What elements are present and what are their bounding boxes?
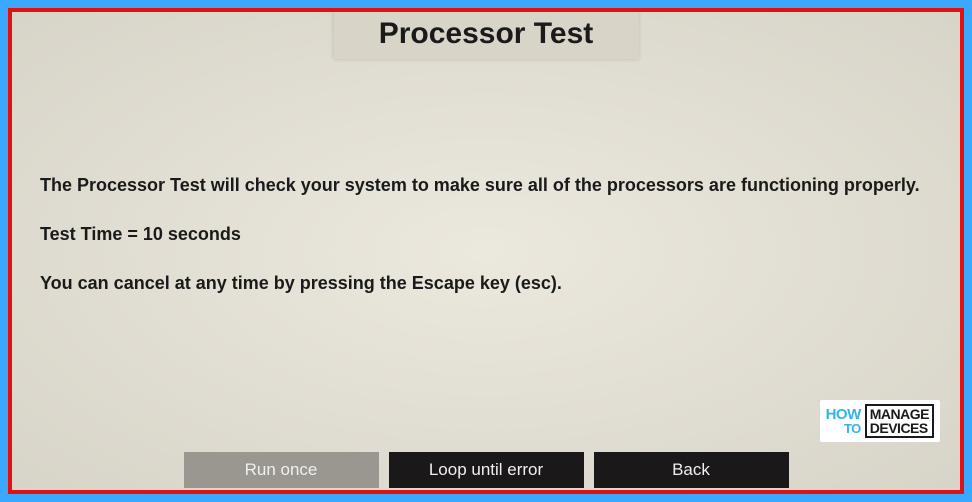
description-text: The Processor Test will check your syste… — [40, 172, 932, 199]
watermark-to: TO — [844, 422, 861, 435]
watermark-right: MANAGE DEVICES — [865, 404, 934, 438]
watermark-left: HOW TO — [826, 407, 861, 435]
run-once-button[interactable]: Run once — [184, 452, 379, 488]
watermark-how: HOW — [826, 407, 861, 422]
cancel-info-text: You can cancel at any time by pressing t… — [40, 270, 932, 297]
diagnostic-screen: Processor Test The Processor Test will c… — [8, 8, 964, 494]
back-button[interactable]: Back — [594, 452, 789, 488]
loop-until-error-button[interactable]: Loop until error — [389, 452, 584, 488]
button-row: Run once Loop until error Back — [12, 452, 960, 490]
test-time-text: Test Time = 10 seconds — [40, 221, 932, 248]
page-title: Processor Test — [334, 9, 639, 59]
content-area: The Processor Test will check your syste… — [40, 172, 932, 319]
watermark-manage: MANAGE — [870, 407, 929, 421]
watermark-devices: DEVICES — [870, 421, 929, 435]
watermark-logo: HOW TO MANAGE DEVICES — [820, 400, 940, 442]
